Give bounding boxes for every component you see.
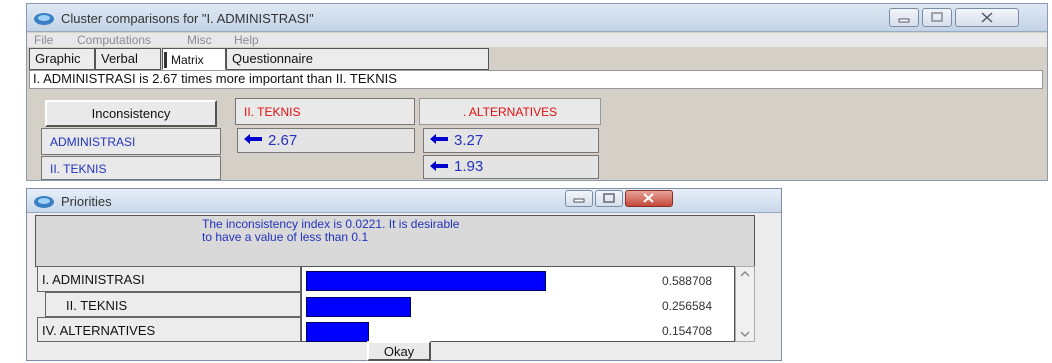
arrow-left-icon bbox=[244, 134, 262, 144]
maximize-icon bbox=[931, 12, 943, 22]
priority-bar-area: 0.588708 0.256584 0.154708 bbox=[301, 266, 735, 342]
app-icon bbox=[34, 196, 54, 208]
menu-help[interactable]: Help bbox=[234, 33, 259, 47]
app-icon bbox=[34, 13, 54, 25]
menu-file[interactable]: File bbox=[34, 33, 53, 47]
maximize-button[interactable] bbox=[595, 190, 623, 207]
inconsistency-message: The inconsistency index is 0.0221. It is… bbox=[202, 217, 460, 244]
priority-value-alternatives: 0.154708 bbox=[661, 324, 712, 338]
value-cell-admin-alternatives[interactable]: 3.27 bbox=[423, 128, 599, 153]
tab-questionnaire[interactable]: Questionnaire bbox=[226, 48, 489, 70]
value-cell-teknis-alternatives[interactable]: 1.93 bbox=[423, 155, 599, 179]
value-admin-alternatives: 3.27 bbox=[454, 132, 484, 149]
priorities-titlebar[interactable]: Priorities bbox=[27, 189, 781, 213]
priorities-window-title: Priorities bbox=[61, 194, 112, 209]
menu-misc[interactable]: Misc bbox=[187, 33, 212, 47]
priority-bar-administrasi bbox=[306, 271, 546, 291]
cluster-window-title: Cluster comparisons for "I. ADMINISTRASI… bbox=[61, 11, 314, 26]
close-icon bbox=[643, 193, 654, 203]
col-header-teknis-label: II. TEKNIS bbox=[244, 105, 301, 119]
col-header-alternatives[interactable]: . ALTERNATIVES bbox=[419, 98, 601, 125]
priority-row-administrasi: I. ADMINISTRASI bbox=[37, 266, 301, 292]
minimize-button[interactable] bbox=[565, 190, 593, 207]
row-header-administrasi-label: ADMINISTRASI bbox=[50, 135, 136, 149]
col-header-alternatives-label: . ALTERNATIVES bbox=[462, 105, 558, 119]
row-header-teknis[interactable]: II. TEKNIS bbox=[41, 156, 221, 180]
menu-bar: File Computations Misc Help bbox=[27, 33, 1047, 47]
maximize-icon bbox=[603, 193, 615, 203]
tab-verbal[interactable]: Verbal bbox=[95, 48, 161, 70]
menu-computations[interactable]: Computations bbox=[77, 33, 151, 47]
minimize-button[interactable] bbox=[889, 8, 919, 27]
tab-matrix-label: Matrix bbox=[171, 53, 204, 67]
priority-label-alternatives: IV. ALTERNATIVES bbox=[42, 323, 156, 338]
okay-button[interactable]: Okay bbox=[367, 341, 431, 361]
priority-bar-teknis bbox=[306, 297, 411, 317]
close-icon bbox=[981, 12, 993, 23]
row-header-administrasi[interactable]: ADMINISTRASI bbox=[41, 128, 221, 155]
inconsistency-message-box: The inconsistency index is 0.0221. It is… bbox=[35, 215, 755, 267]
cluster-titlebar[interactable]: Cluster comparisons for "I. ADMINISTRASI… bbox=[27, 4, 1047, 32]
value-cell-admin-teknis[interactable]: 2.67 bbox=[237, 128, 415, 153]
verbal-statement: I. ADMINISTRASI is 2.67 times more impor… bbox=[29, 70, 1043, 89]
value-teknis-alternatives: 1.93 bbox=[454, 158, 484, 175]
priority-value-teknis: 0.256584 bbox=[661, 299, 712, 313]
value-admin-teknis: 2.67 bbox=[268, 132, 298, 149]
priority-row-alternatives: IV. ALTERNATIVES bbox=[37, 317, 301, 342]
arrow-left-icon bbox=[430, 134, 448, 144]
inconsistency-button[interactable]: Inconsistency bbox=[45, 100, 217, 127]
tab-matrix[interactable]: Matrix bbox=[162, 48, 226, 70]
tab-graphic[interactable]: Graphic bbox=[29, 48, 95, 70]
minimize-icon bbox=[898, 18, 910, 23]
priority-row-teknis: II. TEKNIS bbox=[45, 292, 301, 317]
scroll-down-icon[interactable] bbox=[736, 329, 754, 339]
col-header-teknis[interactable]: II. TEKNIS bbox=[235, 98, 415, 125]
priority-bar-alternatives bbox=[306, 322, 369, 342]
cluster-comparisons-window: Cluster comparisons for "I. ADMINISTRASI… bbox=[26, 3, 1048, 181]
okay-button-label: Okay bbox=[383, 344, 415, 359]
minimize-icon bbox=[573, 198, 585, 203]
maximize-button[interactable] bbox=[922, 8, 952, 27]
priority-value-administrasi: 0.588708 bbox=[661, 274, 712, 288]
arrow-left-icon bbox=[430, 161, 448, 171]
scroll-up-icon[interactable] bbox=[736, 269, 754, 279]
priorities-scrollbar[interactable] bbox=[735, 266, 755, 342]
priorities-window: Priorities The inconsistency index is 0.… bbox=[26, 188, 782, 361]
priority-label-teknis: II. TEKNIS bbox=[66, 298, 128, 313]
row-header-teknis-label: II. TEKNIS bbox=[50, 162, 107, 176]
close-button[interactable] bbox=[625, 190, 673, 207]
close-button[interactable] bbox=[955, 8, 1019, 27]
inconsistency-button-label: Inconsistency bbox=[91, 106, 171, 121]
priority-label-administrasi: I. ADMINISTRASI bbox=[42, 272, 145, 287]
